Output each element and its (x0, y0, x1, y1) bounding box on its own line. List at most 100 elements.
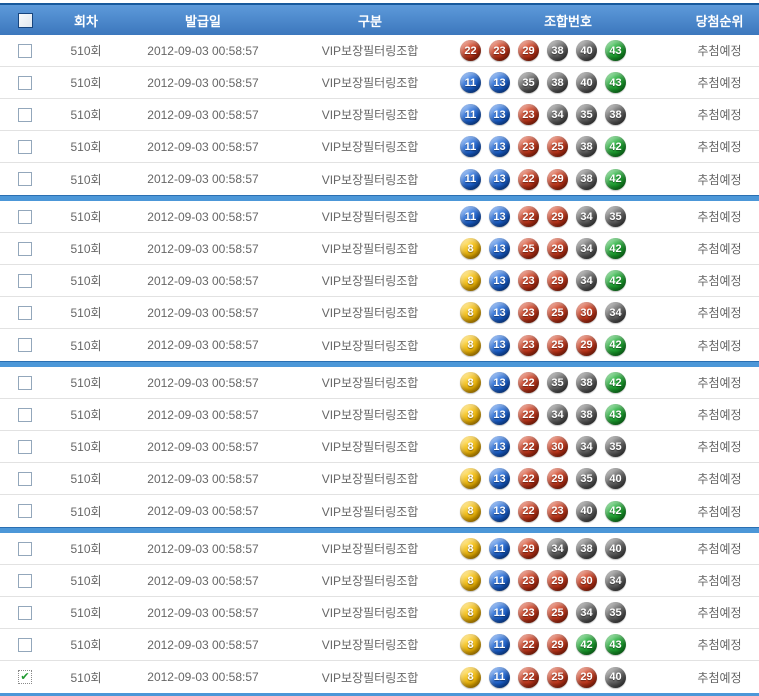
ball-group: 8 11 22 25 29 40 (456, 666, 680, 688)
lotto-ball: 42 (605, 334, 626, 356)
table-row: 510회 2012-09-03 00:58:57 VIP보장필터링조합 11 13… (0, 67, 759, 99)
lotto-ball: 8 (460, 372, 481, 393)
row-checkbox[interactable] (18, 241, 32, 256)
lotto-ball: 29 (547, 270, 568, 291)
ball-group: 11 13 23 25 38 42 (456, 136, 680, 157)
lotto-ball: 34 (576, 602, 597, 623)
row-checkbox[interactable]: ✔ (18, 670, 32, 684)
row-status: 추첨예정 (697, 670, 742, 685)
lotto-ball: 11 (460, 168, 481, 190)
lotto-ball: 42 (605, 136, 626, 157)
lotto-ball: 22 (518, 206, 539, 227)
lotto-ball: 34 (576, 206, 597, 227)
row-category: VIP보장필터링조합 (321, 440, 419, 454)
row-status: 추첨예정 (697, 306, 742, 320)
lotto-ball: 8 (460, 238, 481, 259)
row-issued: 2012-09-03 00:58:57 (147, 107, 259, 122)
lotto-ball: 11 (489, 666, 510, 688)
row-round: 510회 (70, 638, 102, 652)
lotto-ball: 23 (518, 334, 539, 356)
row-checkbox-cell (0, 209, 50, 224)
lotto-ball: 13 (489, 404, 510, 425)
table-row: 510회 2012-09-03 00:58:57 VIP보장필터링조합 8 13 2… (0, 329, 759, 361)
row-checkbox[interactable] (18, 172, 32, 186)
row-checkbox[interactable] (18, 471, 32, 486)
row-checkbox[interactable] (18, 107, 32, 122)
row-category: VIP보장필터링조합 (321, 670, 419, 685)
row-category: VIP보장필터링조합 (321, 376, 419, 390)
row-checkbox[interactable] (18, 338, 32, 352)
lotto-ball: 13 (489, 168, 510, 190)
row-checkbox-cell (0, 43, 50, 58)
lotto-ball: 35 (605, 602, 626, 623)
row-checkbox[interactable] (18, 75, 32, 90)
ball-group: 8 13 23 29 34 42 (456, 270, 680, 291)
lotto-ball: 25 (547, 334, 568, 356)
lotto-ball: 8 (460, 538, 481, 559)
row-category: VIP보장필터링조합 (321, 274, 419, 288)
lotto-ball: 34 (547, 104, 568, 125)
lotto-ball: 43 (605, 404, 626, 425)
row-status: 추첨예정 (697, 338, 742, 353)
ball-group: 8 13 22 35 38 42 (456, 372, 680, 393)
lotto-ball: 29 (547, 634, 568, 655)
header-issued: 발급일 (185, 13, 221, 29)
lotto-ball: 25 (547, 602, 568, 623)
lotto-ball: 35 (576, 104, 597, 125)
lotto-ball: 40 (576, 500, 597, 522)
lotto-ball: 42 (605, 500, 626, 522)
table-header-row: 회차 발급일 구분 조합번호 당첨순위 (0, 3, 759, 35)
row-round: 510회 (70, 242, 102, 256)
row-checkbox[interactable] (18, 637, 32, 652)
table-row: 510회 2012-09-03 00:58:57 VIP보장필터링조합 11 13… (0, 163, 759, 195)
row-status: 추첨예정 (697, 172, 742, 187)
lotto-ball: 42 (605, 270, 626, 291)
row-checkbox-cell (0, 471, 50, 486)
lotto-ball: 43 (605, 72, 626, 93)
row-category: VIP보장필터링조합 (321, 108, 419, 122)
row-checkbox[interactable] (18, 541, 32, 556)
row-checkbox[interactable] (18, 305, 32, 320)
row-category: VIP보장필터링조합 (321, 504, 419, 519)
lotto-ball: 8 (460, 500, 481, 522)
row-checkbox[interactable] (18, 439, 32, 454)
row-checkbox[interactable] (18, 407, 32, 422)
row-checkbox[interactable] (18, 605, 32, 620)
lotto-ball: 29 (576, 666, 597, 688)
row-checkbox[interactable] (18, 139, 32, 154)
lotto-ball: 8 (460, 334, 481, 356)
row-checkbox-cell (0, 573, 50, 588)
lotto-ball: 38 (576, 404, 597, 425)
lotto-ball: 13 (489, 104, 510, 125)
lotto-ball: 29 (518, 40, 539, 61)
lotto-ball: 34 (547, 404, 568, 425)
row-checkbox[interactable] (18, 43, 32, 58)
table-row: 510회 2012-09-03 00:58:57 VIP보장필터링조합 8 13 2… (0, 233, 759, 265)
row-issued: 2012-09-03 00:58:57 (147, 139, 259, 154)
lotto-ball: 38 (576, 372, 597, 393)
row-checkbox[interactable] (18, 573, 32, 588)
row-round: 510회 (70, 472, 102, 486)
lotto-ball: 38 (547, 40, 568, 61)
row-checkbox[interactable] (18, 375, 32, 390)
row-checkbox[interactable] (18, 504, 32, 518)
row-category: VIP보장필터링조합 (321, 338, 419, 353)
row-checkbox[interactable] (18, 209, 32, 224)
ball-group: 8 13 22 23 40 42 (456, 500, 680, 522)
lotto-ball: 11 (460, 206, 481, 227)
row-category: VIP보장필터링조합 (321, 606, 419, 620)
row-checkbox-cell (0, 407, 50, 422)
lotto-ball: 13 (489, 302, 510, 323)
table-row: 510회 2012-09-03 00:58:57 VIP보장필터링조합 8 11 2… (0, 565, 759, 597)
lotto-ball: 13 (489, 136, 510, 157)
lotto-ball: 38 (576, 136, 597, 157)
lotto-ball: 43 (605, 634, 626, 655)
ball-group: 8 11 29 34 38 40 (456, 538, 680, 559)
table-row: 510회 2012-09-03 00:58:57 VIP보장필터링조합 22 23… (0, 35, 759, 67)
select-all-checkbox[interactable] (17, 12, 33, 28)
row-round: 510회 (70, 408, 102, 422)
row-status: 추첨예정 (697, 210, 742, 224)
row-issued: 2012-09-03 00:58:57 (147, 75, 259, 90)
row-checkbox-cell (0, 637, 50, 652)
row-checkbox[interactable] (18, 273, 32, 288)
